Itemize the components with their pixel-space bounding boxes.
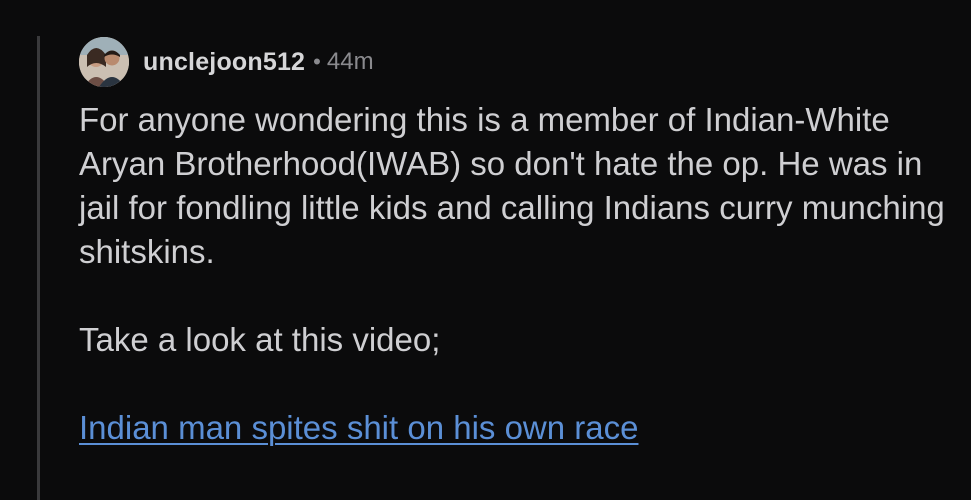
meta-separator: • xyxy=(313,49,321,74)
comment-timestamp: 44m xyxy=(326,48,374,75)
comment-paragraph: For anyone wondering this is a member of… xyxy=(79,101,945,270)
comment-body: For anyone wondering this is a member of… xyxy=(79,98,959,450)
video-link[interactable]: Indian man spites shit on his own race xyxy=(79,409,638,446)
comment-link-paragraph: Indian man spites shit on his own race xyxy=(79,406,959,450)
thread-line[interactable] xyxy=(37,36,40,500)
comment-view: unclejoon512 • 44m For anyone wondering … xyxy=(0,0,971,500)
comment-paragraph: Take a look at this video; xyxy=(79,321,441,358)
comment-header: unclejoon512 • 44m xyxy=(79,36,959,88)
comment: unclejoon512 • 44m For anyone wondering … xyxy=(79,36,959,450)
user-avatar-icon[interactable] xyxy=(79,37,129,87)
username-link[interactable]: unclejoon512 xyxy=(143,48,305,77)
